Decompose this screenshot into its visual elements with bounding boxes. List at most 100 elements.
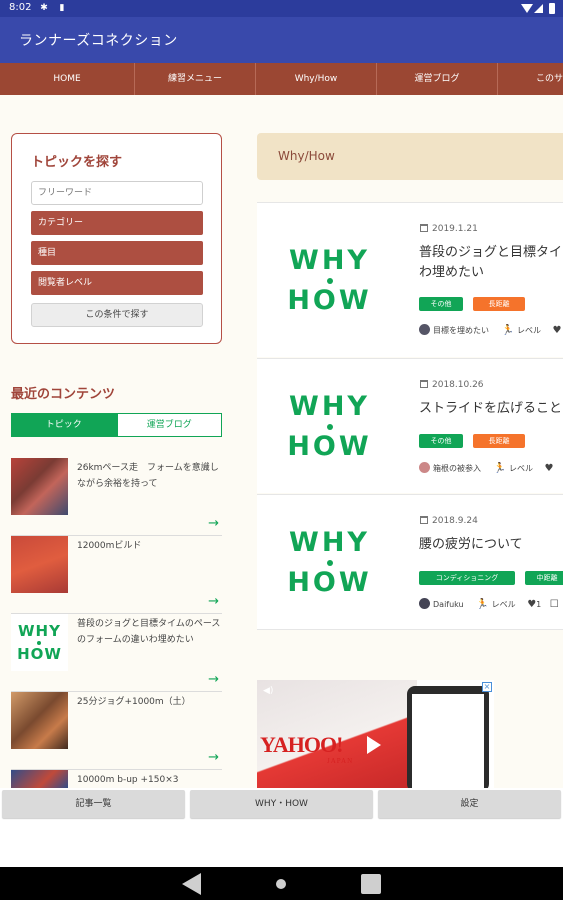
play-icon[interactable] — [367, 736, 381, 754]
app-title: ランナーズコネクション — [19, 33, 178, 49]
article-card[interactable]: WHY HOW 2018.10.26 ストライドを広げること その他 長距離 箱… — [257, 358, 563, 493]
article-date: 2018.9.24 — [420, 516, 478, 526]
heart-icon[interactable]: ♥ — [545, 463, 554, 474]
back-icon[interactable] — [182, 873, 201, 895]
nav-item-blog[interactable]: 運営ブログ — [377, 63, 498, 95]
article-card[interactable]: WHY HOW 2018.9.24 腰の疲労について コンディショニング 中距離… — [257, 494, 563, 630]
comment-icon[interactable]: ☐ — [550, 599, 559, 610]
article-date: 2018.10.26 — [420, 380, 484, 390]
arrow-right-icon[interactable]: → — [208, 594, 219, 609]
distance-select[interactable]: 種目 — [31, 241, 203, 265]
topic-search-heading: トピックを探す — [31, 155, 123, 170]
list-item-text: 12000mビルド — [77, 541, 142, 551]
category-select[interactable]: カテゴリー — [31, 211, 203, 235]
arrow-right-icon[interactable]: → — [208, 672, 219, 687]
heart-icon[interactable]: ♥ — [553, 325, 562, 336]
author-name: 目標を埋めたい — [433, 326, 489, 335]
recent-contents-heading: 最近のコンテンツ — [11, 387, 116, 402]
settings-button[interactable]: 設定 — [378, 790, 561, 818]
thumbnail-image — [11, 458, 68, 515]
why-how-logo: WHY HOW — [287, 390, 372, 462]
article-meta: Daifuku 🏃 レベル ♥1 ☐ — [419, 598, 559, 610]
level-label: レベル — [517, 326, 541, 335]
recents-icon[interactable] — [361, 874, 381, 894]
tab-topic[interactable]: トピック — [11, 413, 117, 437]
calendar-icon — [420, 224, 428, 232]
distance-tag[interactable]: 中距離 — [525, 571, 563, 585]
list-item[interactable]: 26kmペース走 フォームを意識しながら余裕を持って → — [11, 458, 222, 536]
like-count: 1 — [536, 600, 542, 609]
list-item[interactable]: 10000m b-up +150×3 — [11, 770, 222, 788]
settings-icon: ✱ — [40, 3, 48, 13]
status-time: 8:02 — [9, 2, 32, 13]
author-name: Daifuku — [433, 600, 464, 609]
arrow-right-icon[interactable]: → — [208, 750, 219, 765]
why-how-logo: WHY HOW — [11, 614, 68, 671]
article-title[interactable]: ストライドを広げること — [419, 399, 562, 419]
article-title[interactable]: 普段のジョグと目標タイ わ埋めたい — [419, 243, 562, 283]
logo-how: HOW — [17, 644, 62, 663]
topic-search-panel: トピックを探す カテゴリー 種目 閲覧者レベル この条件で探す — [11, 133, 222, 344]
why-how-banner-label: Why/How — [278, 149, 335, 163]
app-bar: ランナーズコネクション — [0, 17, 563, 63]
signal-icon — [534, 4, 543, 13]
list-item-text: 普段のジョグと目標タイムのペースのフォームの違いわ埋めたい — [77, 619, 221, 645]
freeword-input[interactable] — [31, 181, 203, 205]
runner-icon: 🏃 — [501, 325, 514, 336]
battery-icon — [549, 3, 555, 14]
article-date: 2019.1.21 — [420, 224, 478, 234]
level-select[interactable]: 閲覧者レベル — [31, 271, 203, 295]
runner-icon: 🏃 — [493, 463, 506, 474]
author-name: 箱根の被参入 — [433, 464, 481, 473]
nav-item-home[interactable]: HOME — [0, 63, 135, 95]
article-meta: 箱根の被参入 🏃 レベル ♥ — [419, 462, 554, 474]
why-how-logo: WHY HOW — [287, 244, 372, 316]
search-button[interactable]: この条件で探す — [31, 303, 203, 327]
site-nav: HOME 練習メニュー Why/How 運営ブログ このサイト — [0, 63, 563, 95]
bottom-spacer — [0, 824, 563, 867]
thumbnail-image — [11, 770, 68, 788]
mute-icon[interactable]: ◀) — [263, 686, 273, 696]
calendar-icon — [420, 380, 428, 388]
calendar-icon — [420, 516, 428, 524]
why-how-button[interactable]: WHY・HOW — [190, 790, 373, 818]
avatar — [419, 462, 430, 473]
sd-card-icon: ▮ — [59, 3, 65, 13]
list-item[interactable]: WHY HOW 普段のジョグと目標タイムのペースのフォームの違いわ埋めたい → — [11, 614, 222, 692]
avatar — [419, 598, 430, 609]
list-item[interactable]: 12000mビルド → — [11, 536, 222, 614]
article-card[interactable]: WHY HOW 2019.1.21 普段のジョグと目標タイ わ埋めたい その他 長… — [257, 202, 563, 357]
article-list-button[interactable]: 記事一覧 — [2, 790, 185, 818]
category-tag[interactable]: その他 — [419, 297, 463, 311]
level-label: レベル — [491, 600, 516, 609]
nav-item-practice-menu[interactable]: 練習メニュー — [135, 63, 256, 95]
ad-close-icon[interactable]: × — [482, 682, 492, 692]
why-how-logo: WHY HOW — [287, 526, 372, 598]
article-title[interactable]: 腰の疲労について — [419, 535, 523, 555]
runner-icon: 🏃 — [476, 599, 489, 610]
distance-tag[interactable]: 長距離 — [473, 434, 525, 448]
ad-phone-screen — [412, 694, 484, 788]
bottom-action-bar: 記事一覧 WHY・HOW 設定 — [0, 788, 563, 824]
logo-why: WHY — [18, 621, 61, 640]
category-tag[interactable]: その他 — [419, 434, 463, 448]
list-item-text: 26kmペース走 フォームを意識しながら余裕を持って — [77, 463, 219, 489]
home-icon[interactable] — [276, 879, 286, 889]
why-how-banner: Why/How — [257, 133, 563, 180]
thumbnail-image — [11, 536, 68, 593]
category-tag[interactable]: コンディショニング — [419, 571, 515, 585]
heart-icon[interactable]: ♥ — [527, 599, 536, 610]
ad-banner[interactable]: YAHOO! JAPAN ◀) × — [257, 680, 494, 788]
wifi-icon — [521, 4, 533, 13]
level-label: レベル — [509, 464, 533, 473]
distance-tag[interactable]: 長距離 — [473, 297, 525, 311]
status-bar: 8:02 ✱ ▮ — [0, 0, 563, 17]
thumbnail-image — [11, 692, 68, 749]
ad-brand-sub: JAPAN — [327, 757, 354, 765]
list-item[interactable]: 25分ジョグ+1000m（土） → — [11, 692, 222, 770]
tab-blog[interactable]: 運営ブログ — [116, 413, 222, 437]
ad-brand: YAHOO! — [260, 732, 343, 757]
arrow-right-icon[interactable]: → — [208, 516, 219, 531]
nav-item-about[interactable]: このサイト — [498, 63, 563, 95]
nav-item-why-how[interactable]: Why/How — [256, 63, 377, 95]
